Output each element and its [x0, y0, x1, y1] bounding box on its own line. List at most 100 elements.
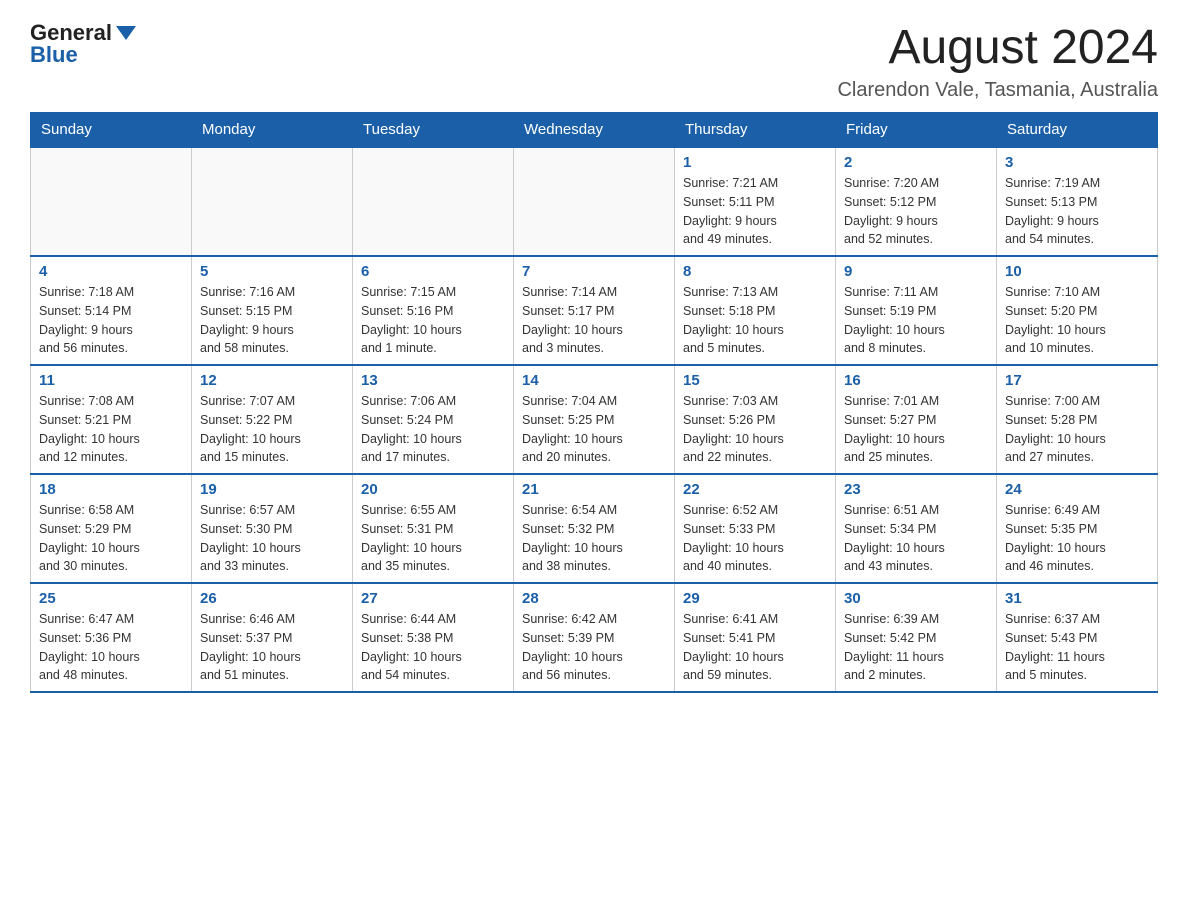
day-info: Sunrise: 7:18 AM Sunset: 5:14 PM Dayligh… — [39, 283, 183, 358]
logo: General Blue — [30, 20, 136, 68]
day-number: 5 — [200, 263, 344, 280]
day-info: Sunrise: 6:46 AM Sunset: 5:37 PM Dayligh… — [200, 610, 344, 685]
calendar-header-row: Sunday Monday Tuesday Wednesday Thursday… — [31, 113, 1158, 148]
day-info: Sunrise: 6:39 AM Sunset: 5:42 PM Dayligh… — [844, 610, 988, 685]
day-info: Sunrise: 6:44 AM Sunset: 5:38 PM Dayligh… — [361, 610, 505, 685]
day-number: 20 — [361, 481, 505, 498]
day-number: 30 — [844, 590, 988, 607]
calendar-cell-w3-d6: 16Sunrise: 7:01 AM Sunset: 5:27 PM Dayli… — [836, 365, 997, 474]
calendar-cell-w5-d2: 26 Sunrise: 6:46 AM Sunset: 5:37 PM Dayli… — [192, 583, 353, 692]
day-number: 27 — [361, 590, 505, 607]
day-info: Sunrise: 7:16 AM Sunset: 5:15 PM Dayligh… — [200, 283, 344, 358]
calendar-cell-w3-d3: 13 Sunrise: 7:06 AM Sunset: 5:24 PM Dayli… — [353, 365, 514, 474]
day-number: 11 — [39, 372, 183, 389]
calendar-cell-w5-d6: 30 Sunrise: 6:39 AM Sunset: 5:42 PM Dayli… — [836, 583, 997, 692]
day-info: Sunrise: 7:04 AM Sunset: 5:25 PM Dayligh… — [522, 392, 666, 467]
day-number: 1 — [683, 154, 827, 171]
calendar-week-1: 1 Sunrise: 7:21 AM Sunset: 5:11 PM Daylig… — [31, 147, 1158, 256]
logo-blue: Blue — [30, 42, 78, 68]
calendar-week-4: 18 Sunrise: 6:58 AM Sunset: 5:29 PM Dayli… — [31, 474, 1158, 583]
calendar-cell-w2-d2: 5 Sunrise: 7:16 AM Sunset: 5:15 PM Daylig… — [192, 256, 353, 365]
day-number: 18 — [39, 481, 183, 498]
day-info: Sunrise: 6:41 AM Sunset: 5:41 PM Dayligh… — [683, 610, 827, 685]
day-info: Sunrise: 6:37 AM Sunset: 5:43 PM Dayligh… — [1005, 610, 1149, 685]
calendar-cell-w2-d4: 7Sunrise: 7:14 AM Sunset: 5:17 PM Daylig… — [514, 256, 675, 365]
col-thursday: Thursday — [675, 113, 836, 148]
calendar-cell-w4-d1: 18 Sunrise: 6:58 AM Sunset: 5:29 PM Dayli… — [31, 474, 192, 583]
day-number: 10 — [1005, 263, 1149, 280]
day-info: Sunrise: 6:58 AM Sunset: 5:29 PM Dayligh… — [39, 501, 183, 576]
day-info: Sunrise: 6:42 AM Sunset: 5:39 PM Dayligh… — [522, 610, 666, 685]
day-info: Sunrise: 7:11 AM Sunset: 5:19 PM Dayligh… — [844, 283, 988, 358]
day-number: 14 — [522, 372, 666, 389]
calendar-cell-w5-d4: 28 Sunrise: 6:42 AM Sunset: 5:39 PM Dayli… — [514, 583, 675, 692]
day-number: 17 — [1005, 372, 1149, 389]
calendar-cell-w1-d6: 2 Sunrise: 7:20 AM Sunset: 5:12 PM Daylig… — [836, 147, 997, 256]
calendar-cell-w2-d1: 4 Sunrise: 7:18 AM Sunset: 5:14 PM Daylig… — [31, 256, 192, 365]
calendar-cell-w1-d1 — [31, 147, 192, 256]
day-number: 9 — [844, 263, 988, 280]
day-number: 8 — [683, 263, 827, 280]
calendar-cell-w1-d7: 3 Sunrise: 7:19 AM Sunset: 5:13 PM Daylig… — [997, 147, 1158, 256]
calendar-cell-w2-d7: 10 Sunrise: 7:10 AM Sunset: 5:20 PM Dayli… — [997, 256, 1158, 365]
day-info: Sunrise: 7:19 AM Sunset: 5:13 PM Dayligh… — [1005, 174, 1149, 249]
day-number: 6 — [361, 263, 505, 280]
calendar-cell-w3-d4: 14 Sunrise: 7:04 AM Sunset: 5:25 PM Dayli… — [514, 365, 675, 474]
day-number: 13 — [361, 372, 505, 389]
col-saturday: Saturday — [997, 113, 1158, 148]
day-number: 26 — [200, 590, 344, 607]
calendar-cell-w4-d7: 24Sunrise: 6:49 AM Sunset: 5:35 PM Dayli… — [997, 474, 1158, 583]
calendar-week-3: 11 Sunrise: 7:08 AM Sunset: 5:21 PM Dayli… — [31, 365, 1158, 474]
col-monday: Monday — [192, 113, 353, 148]
day-info: Sunrise: 7:21 AM Sunset: 5:11 PM Dayligh… — [683, 174, 827, 249]
calendar-cell-w5-d1: 25Sunrise: 6:47 AM Sunset: 5:36 PM Dayli… — [31, 583, 192, 692]
day-info: Sunrise: 7:07 AM Sunset: 5:22 PM Dayligh… — [200, 392, 344, 467]
calendar-cell-w2-d3: 6Sunrise: 7:15 AM Sunset: 5:16 PM Daylig… — [353, 256, 514, 365]
day-info: Sunrise: 6:57 AM Sunset: 5:30 PM Dayligh… — [200, 501, 344, 576]
subtitle: Clarendon Vale, Tasmania, Australia — [837, 79, 1158, 102]
day-number: 22 — [683, 481, 827, 498]
day-number: 29 — [683, 590, 827, 607]
calendar-cell-w1-d5: 1 Sunrise: 7:21 AM Sunset: 5:11 PM Daylig… — [675, 147, 836, 256]
day-number: 15 — [683, 372, 827, 389]
calendar-cell-w3-d5: 15Sunrise: 7:03 AM Sunset: 5:26 PM Dayli… — [675, 365, 836, 474]
calendar-cell-w5-d5: 29 Sunrise: 6:41 AM Sunset: 5:41 PM Dayli… — [675, 583, 836, 692]
day-number: 25 — [39, 590, 183, 607]
day-number: 28 — [522, 590, 666, 607]
day-number: 31 — [1005, 590, 1149, 607]
calendar-cell-w3-d2: 12 Sunrise: 7:07 AM Sunset: 5:22 PM Dayli… — [192, 365, 353, 474]
day-number: 12 — [200, 372, 344, 389]
page-header: General Blue August 2024 Clarendon Vale,… — [30, 20, 1158, 102]
calendar-cell-w1-d3 — [353, 147, 514, 256]
day-number: 7 — [522, 263, 666, 280]
calendar-cell-w4-d4: 21Sunrise: 6:54 AM Sunset: 5:32 PM Dayli… — [514, 474, 675, 583]
day-info: Sunrise: 6:51 AM Sunset: 5:34 PM Dayligh… — [844, 501, 988, 576]
calendar-cell-w2-d6: 9 Sunrise: 7:11 AM Sunset: 5:19 PM Daylig… — [836, 256, 997, 365]
day-info: Sunrise: 6:49 AM Sunset: 5:35 PM Dayligh… — [1005, 501, 1149, 576]
day-number: 3 — [1005, 154, 1149, 171]
day-info: Sunrise: 7:10 AM Sunset: 5:20 PM Dayligh… — [1005, 283, 1149, 358]
calendar-cell-w2-d5: 8 Sunrise: 7:13 AM Sunset: 5:18 PM Daylig… — [675, 256, 836, 365]
main-title: August 2024 — [837, 20, 1158, 75]
day-info: Sunrise: 6:54 AM Sunset: 5:32 PM Dayligh… — [522, 501, 666, 576]
day-number: 19 — [200, 481, 344, 498]
day-number: 2 — [844, 154, 988, 171]
day-info: Sunrise: 7:08 AM Sunset: 5:21 PM Dayligh… — [39, 392, 183, 467]
day-info: Sunrise: 7:13 AM Sunset: 5:18 PM Dayligh… — [683, 283, 827, 358]
day-number: 4 — [39, 263, 183, 280]
calendar-cell-w4-d3: 20Sunrise: 6:55 AM Sunset: 5:31 PM Dayli… — [353, 474, 514, 583]
logo-triangle-icon — [116, 26, 136, 40]
calendar-cell-w5-d3: 27 Sunrise: 6:44 AM Sunset: 5:38 PM Dayli… — [353, 583, 514, 692]
calendar-cell-w1-d2 — [192, 147, 353, 256]
day-info: Sunrise: 7:20 AM Sunset: 5:12 PM Dayligh… — [844, 174, 988, 249]
calendar-cell-w4-d6: 23 Sunrise: 6:51 AM Sunset: 5:34 PM Dayli… — [836, 474, 997, 583]
day-number: 23 — [844, 481, 988, 498]
calendar-week-2: 4 Sunrise: 7:18 AM Sunset: 5:14 PM Daylig… — [31, 256, 1158, 365]
calendar-cell-w3-d1: 11 Sunrise: 7:08 AM Sunset: 5:21 PM Dayli… — [31, 365, 192, 474]
col-sunday: Sunday — [31, 113, 192, 148]
calendar-week-5: 25Sunrise: 6:47 AM Sunset: 5:36 PM Dayli… — [31, 583, 1158, 692]
day-info: Sunrise: 7:06 AM Sunset: 5:24 PM Dayligh… — [361, 392, 505, 467]
calendar-cell-w4-d5: 22Sunrise: 6:52 AM Sunset: 5:33 PM Dayli… — [675, 474, 836, 583]
calendar-table: Sunday Monday Tuesday Wednesday Thursday… — [30, 112, 1158, 693]
calendar-cell-w5-d7: 31 Sunrise: 6:37 AM Sunset: 5:43 PM Dayli… — [997, 583, 1158, 692]
